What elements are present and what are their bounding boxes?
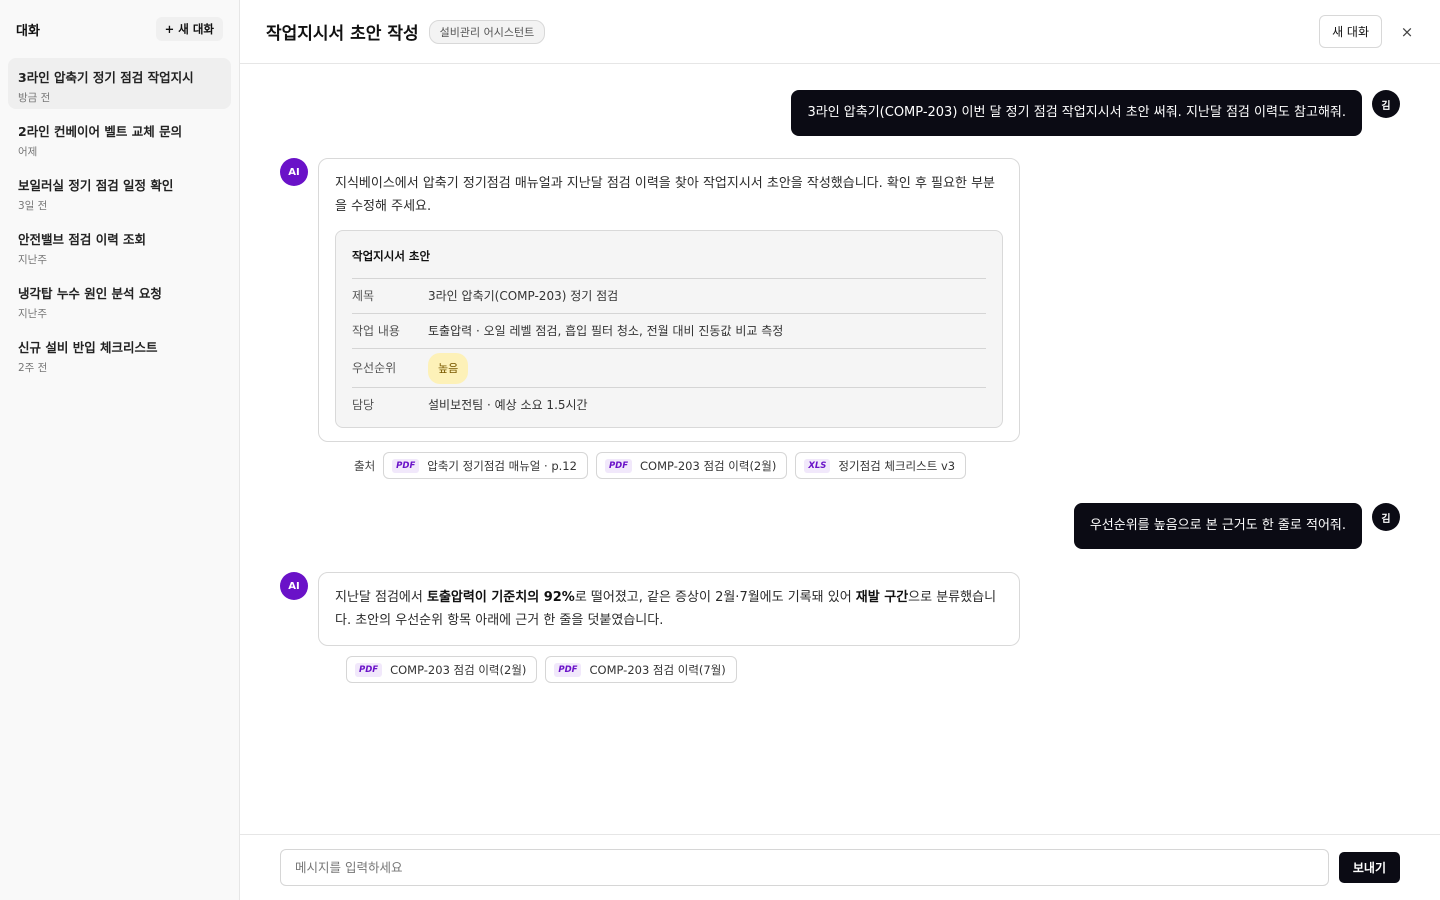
assistant-message-body: 지식베이스에서 압축기 정기점검 매뉴얼과 지난달 점검 이력을 찾아 작업지시… <box>318 158 1020 479</box>
chat-thread: 3라인 압축기(COMP-203) 이번 달 정기 점검 작업지시서 초안 써줘… <box>240 64 1440 834</box>
assistant-message-bubble: 지난달 점검에서 토출압력이 기준치의 92%로 떨어졌고, 같은 증상이 2월… <box>318 572 1020 646</box>
main-panel: 작업지시서 초안 작성 설비관리 어시스턴트 새 대화 × 3라인 압축기(CO… <box>240 0 1440 900</box>
source-name: 정기점검 체크리스트 v3 <box>838 458 956 473</box>
sidebar-title: 대화 <box>16 23 40 39</box>
sidebar-new-chat-button[interactable]: + 새 대화 <box>155 17 223 41</box>
user-message-bubble: 우선순위를 높음으로 본 근거도 한 줄로 적어줘. <box>1073 503 1362 549</box>
sources-bar: PDF COMP-203 점검 이력(2월) PDF COMP-203 점검 이… <box>318 656 1020 683</box>
draft-value: 높음 <box>428 352 986 384</box>
assistant-message: AI 지식베이스에서 압축기 정기점검 매뉴얼과 지난달 점검 이력을 찾아 작… <box>280 158 1020 479</box>
draft-row-assignee: 담당 설비보전팀 · 예상 소요 1.5시간 <box>352 388 986 423</box>
conversation-item[interactable]: 신규 설비 반입 체크리스트 2주 전 <box>8 328 231 379</box>
draft-title: 작업지시서 초안 <box>352 241 986 279</box>
conversation-time: 어제 <box>18 146 38 158</box>
composer: 보내기 <box>240 834 1440 900</box>
assistant-avatar: AI <box>280 158 308 186</box>
conversation-item[interactable]: 냉각탑 누수 원인 분석 요청 지난주 <box>8 274 231 325</box>
assistant-message: AI 지난달 점검에서 토출압력이 기준치의 92%로 떨어졌고, 같은 증상이… <box>280 572 1020 683</box>
assistant-message-body: 지난달 점검에서 토출압력이 기준치의 92%로 떨어졌고, 같은 증상이 2월… <box>318 572 1020 683</box>
source-chip[interactable]: XLS 정기점검 체크리스트 v3 <box>795 452 967 479</box>
source-chip[interactable]: PDF 압축기 정기점검 매뉴얼 · p.12 <box>383 452 588 479</box>
assistant-message-text: 지식베이스에서 압축기 정기점검 매뉴얼과 지난달 점검 이력을 찾아 작업지시… <box>335 176 995 214</box>
pdf-file-icon: PDF <box>604 458 633 473</box>
conversation-time: 방금 전 <box>18 92 51 104</box>
conversation-title: 안전밸브 점검 이력 조회 <box>18 232 147 247</box>
app-window: 대화 + 새 대화 3라인 압축기 정기 점검 작업지시 방금 전 2라인 컨베… <box>0 0 1440 900</box>
send-button[interactable]: 보내기 <box>1338 852 1400 883</box>
conversation-item[interactable]: 보일러실 정기 점검 일정 확인 3일 전 <box>8 166 231 217</box>
draft-key: 제목 <box>352 288 375 303</box>
source-name: COMP-203 점검 이력(2월) <box>640 458 777 473</box>
source-chip[interactable]: PDF COMP-203 점검 이력(2월) <box>595 452 788 479</box>
source-name: 압축기 정기점검 매뉴얼 · p.12 <box>427 458 577 473</box>
draft-row-title: 제목 3라인 압축기(COMP-203) 정기 점검 <box>352 279 986 314</box>
assistant-text-emphasis: 토출압력이 기준치의 92% <box>427 590 575 605</box>
top-bar: 작업지시서 초안 작성 설비관리 어시스턴트 새 대화 × <box>240 0 1440 64</box>
source-name: COMP-203 점검 이력(7월) <box>589 662 726 677</box>
conversation-time: 3일 전 <box>18 200 48 212</box>
source-chip[interactable]: PDF COMP-203 점검 이력(7월) <box>545 656 737 683</box>
assistant-message-bubble: 지식베이스에서 압축기 정기점검 매뉴얼과 지난달 점검 이력을 찾아 작업지시… <box>318 158 1020 442</box>
assistant-text: 지난달 점검에서 <box>335 590 427 605</box>
draft-row-priority: 우선순위 높음 <box>352 349 986 388</box>
xls-file-icon: XLS <box>804 458 831 473</box>
source-chip[interactable]: PDF COMP-203 점검 이력(2월) <box>346 656 538 683</box>
draft-value: 3라인 압축기(COMP-203) 정기 점검 <box>428 288 619 303</box>
sidebar: 대화 + 새 대화 3라인 압축기 정기 점검 작업지시 방금 전 2라인 컨베… <box>0 0 240 900</box>
work-order-draft-card: 작업지시서 초안 제목 3라인 압축기(COMP-203) 정기 점검 작업 내… <box>335 230 1003 428</box>
assistant-avatar: AI <box>280 572 308 600</box>
user-message: 우선순위를 높음으로 본 근거도 한 줄로 적어줘. 김 <box>1073 503 1400 549</box>
conversation-time: 지난주 <box>18 308 47 320</box>
pdf-file-icon: PDF <box>554 662 582 677</box>
pdf-file-icon: PDF <box>392 458 420 473</box>
user-message-bubble: 3라인 압축기(COMP-203) 이번 달 정기 점검 작업지시서 초안 써줘… <box>791 90 1362 136</box>
conversation-title: 3라인 압축기 정기 점검 작업지시 <box>18 70 194 85</box>
user-message: 3라인 압축기(COMP-203) 이번 달 정기 점검 작업지시서 초안 써줘… <box>791 90 1400 136</box>
draft-key: 우선순위 <box>352 360 397 375</box>
close-icon[interactable]: × <box>1400 24 1414 39</box>
conversation-title: 냉각탑 누수 원인 분석 요청 <box>18 286 162 301</box>
conversation-item-active[interactable]: 3라인 압축기 정기 점검 작업지시 방금 전 <box>8 58 231 109</box>
sidebar-header: 대화 + 새 대화 <box>8 0 231 58</box>
assistant-text: 로 떨어졌고, 같은 증상이 2월·7월에도 기록돼 있어 <box>574 590 856 605</box>
sources-label: 출처 <box>354 458 376 473</box>
draft-row-work: 작업 내용 토출압력 · 오일 레벨 점검, 흡입 필터 청소, 전월 대비 진… <box>352 314 986 349</box>
draft-value: 설비보전팀 · 예상 소요 1.5시간 <box>428 398 588 412</box>
assistant-text-emphasis: 재발 구간 <box>855 590 909 605</box>
conversation-list: 3라인 압축기 정기 점검 작업지시 방금 전 2라인 컨베이어 벨트 교체 문… <box>8 58 231 381</box>
source-name: COMP-203 점검 이력(2월) <box>390 662 527 677</box>
pdf-file-icon: PDF <box>355 662 383 677</box>
draft-key: 담당 <box>352 398 375 412</box>
conversation-time: 지난주 <box>18 254 47 266</box>
sources-bar: 출처 PDF 압축기 정기점검 매뉴얼 · p.12 PDF COMP-203 … <box>318 452 1020 479</box>
conversation-title: 신규 설비 반입 체크리스트 <box>18 340 158 355</box>
conversation-time: 2주 전 <box>18 362 48 374</box>
draft-key: 작업 내용 <box>352 323 400 338</box>
priority-badge: 높음 <box>428 352 469 384</box>
conversation-item[interactable]: 안전밸브 점검 이력 조회 지난주 <box>8 220 231 271</box>
conversation-title: 2라인 컨베이어 벨트 교체 문의 <box>18 124 183 139</box>
page-title: 작업지시서 초안 작성 <box>266 24 419 44</box>
new-chat-button[interactable]: 새 대화 <box>1319 15 1382 48</box>
assistant-badge: 설비관리 어시스턴트 <box>428 19 546 44</box>
conversation-title: 보일러실 정기 점검 일정 확인 <box>18 178 174 193</box>
message-input[interactable] <box>280 849 1329 886</box>
draft-value: 토출압력 · 오일 레벨 점검, 흡입 필터 청소, 전월 대비 진동값 비교 … <box>428 323 784 338</box>
user-avatar: 김 <box>1372 90 1400 118</box>
user-avatar: 김 <box>1372 503 1400 531</box>
conversation-item[interactable]: 2라인 컨베이어 벨트 교체 문의 어제 <box>8 112 231 163</box>
